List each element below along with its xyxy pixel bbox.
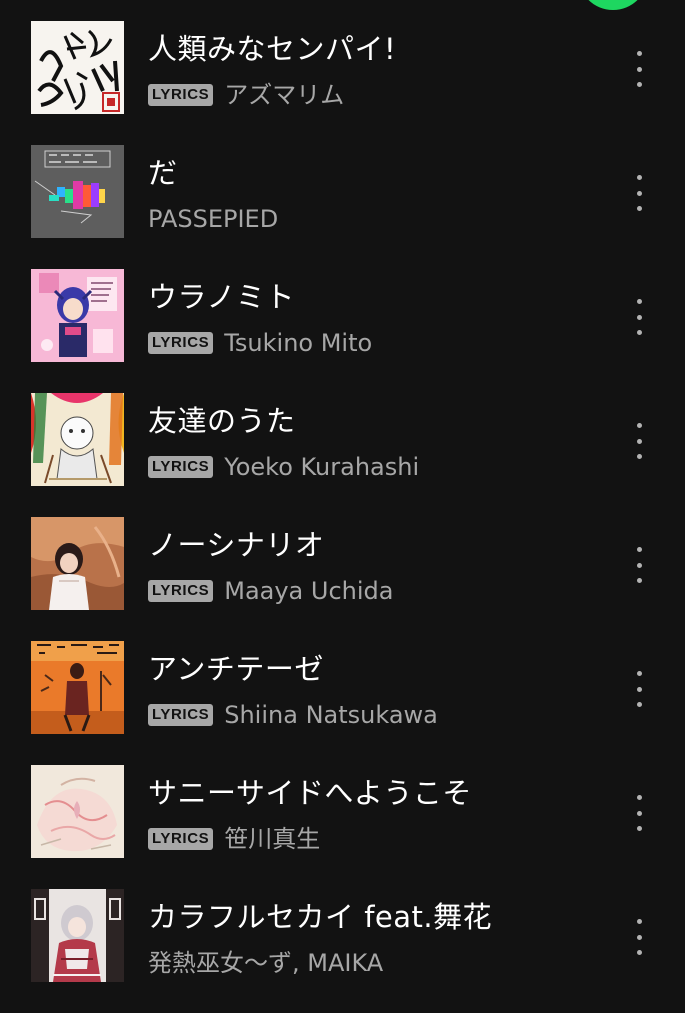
track-meta: LYRICS Tsukino Mito	[148, 326, 372, 360]
track-artist: 笹川真生	[224, 825, 321, 853]
track-title: 人類みなセンパイ!	[148, 32, 397, 66]
album-art	[31, 765, 124, 858]
lyrics-badge: LYRICS	[148, 704, 214, 726]
track-title: ノーシナリオ	[148, 528, 325, 562]
track-artist: アズマリム	[224, 81, 345, 109]
track-meta: LYRICS Yoeko Kurahashi	[148, 450, 419, 484]
track-row[interactable]: 友達のうた LYRICS Yoeko Kurahashi	[0, 393, 685, 517]
track-meta: PASSEPIED	[148, 202, 278, 236]
track-row[interactable]: だ PASSEPIED	[0, 145, 685, 269]
track-title: アンチテーゼ	[148, 652, 324, 686]
track-row[interactable]: サニーサイドへようこそ LYRICS 笹川真生	[0, 765, 685, 889]
lyrics-badge: LYRICS	[148, 456, 214, 478]
more-vertical-icon[interactable]	[624, 671, 654, 707]
track-row[interactable]: アンチテーゼ LYRICS Shiina Natsukawa	[0, 641, 685, 765]
album-art	[31, 269, 124, 362]
track-row[interactable]: 人類みなセンパイ! LYRICS アズマリム	[0, 21, 685, 145]
lyrics-badge: LYRICS	[148, 580, 214, 602]
play-button[interactable]	[578, 0, 648, 10]
album-art	[31, 393, 124, 486]
track-row[interactable]: ノーシナリオ LYRICS Maaya Uchida	[0, 517, 685, 641]
album-art	[31, 641, 124, 734]
album-art	[31, 517, 124, 610]
lyrics-badge: LYRICS	[148, 828, 214, 850]
more-vertical-icon[interactable]	[624, 547, 654, 583]
track-title: ウラノミト	[148, 280, 295, 314]
more-vertical-icon[interactable]	[624, 795, 654, 831]
track-list: 人類みなセンパイ! LYRICS アズマリム だ PASSEPIED ウラノミト…	[0, 21, 685, 1013]
track-row[interactable]: ウラノミト LYRICS Tsukino Mito	[0, 269, 685, 393]
album-art	[31, 889, 124, 982]
album-art	[31, 21, 124, 114]
track-title: カラフルセカイ feat.舞花	[148, 900, 493, 934]
track-meta: LYRICS Shiina Natsukawa	[148, 698, 438, 732]
track-meta: LYRICS アズマリム	[148, 78, 344, 112]
track-artist: Tsukino Mito	[224, 329, 373, 357]
track-artist: PASSEPIED	[148, 205, 279, 233]
more-vertical-icon[interactable]	[624, 919, 654, 955]
lyrics-badge: LYRICS	[148, 84, 214, 106]
more-vertical-icon[interactable]	[624, 299, 654, 335]
track-meta: LYRICS Maaya Uchida	[148, 574, 393, 608]
track-title: サニーサイドへようこそ	[148, 776, 472, 810]
track-meta: 発熱巫女〜ず, MAIKA	[148, 946, 383, 980]
more-vertical-icon[interactable]	[624, 175, 654, 211]
track-title: 友達のうた	[148, 404, 296, 438]
track-artist: Yoeko Kurahashi	[224, 453, 420, 481]
track-artist: 発熱巫女〜ず, MAIKA	[148, 949, 384, 977]
track-meta: LYRICS 笹川真生	[148, 822, 320, 856]
lyrics-badge: LYRICS	[148, 332, 214, 354]
track-artist: Maaya Uchida	[224, 577, 394, 605]
more-vertical-icon[interactable]	[624, 51, 654, 87]
track-artist: Shiina Natsukawa	[224, 701, 438, 729]
album-art	[31, 145, 124, 238]
track-title: だ	[148, 156, 178, 190]
track-row[interactable]: カラフルセカイ feat.舞花 発熱巫女〜ず, MAIKA	[0, 889, 685, 1013]
more-vertical-icon[interactable]	[624, 423, 654, 459]
